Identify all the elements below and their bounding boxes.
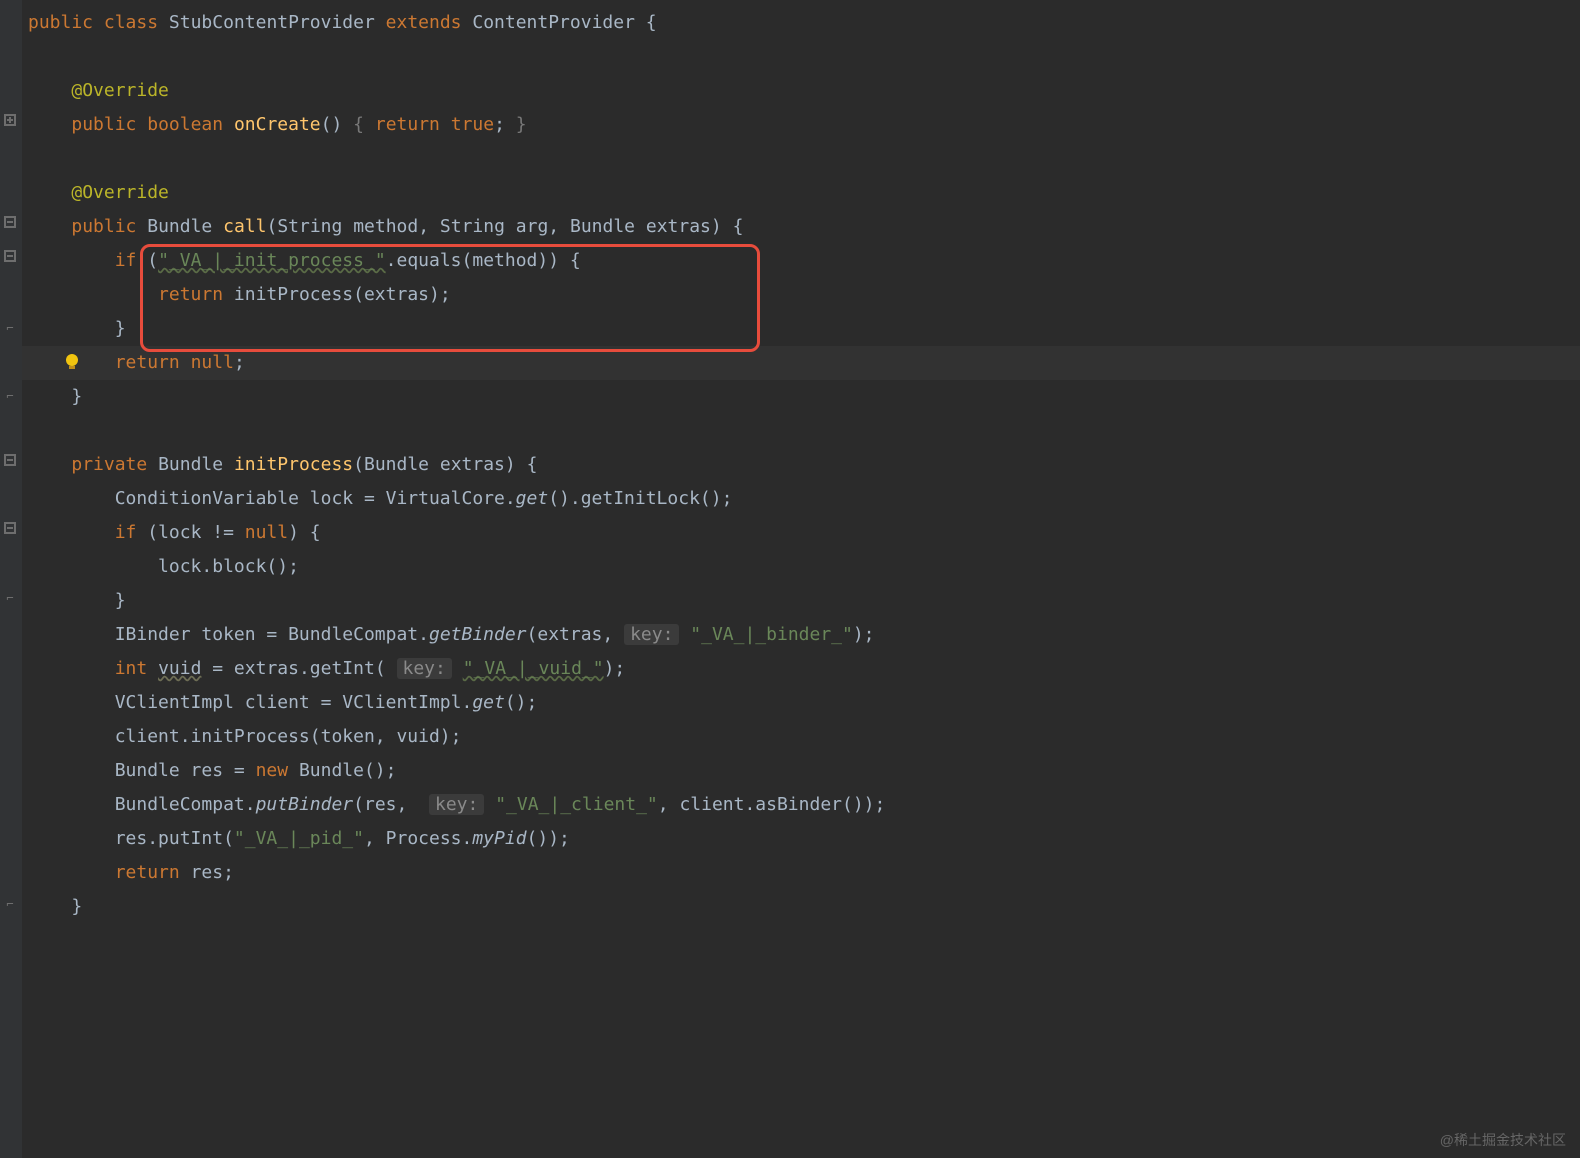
fold-icon[interactable] (2, 454, 18, 470)
fold-icon[interactable] (2, 522, 18, 538)
code-line[interactable] (22, 142, 1580, 176)
code-line[interactable]: public boolean onCreate() { return true;… (22, 108, 1580, 142)
intention-bulb-icon[interactable] (62, 350, 82, 370)
code-line[interactable] (22, 414, 1580, 448)
fold-icon[interactable] (2, 216, 18, 232)
code-line[interactable]: client.initProcess(token, vuid); (22, 720, 1580, 754)
block-end-icon: ⌐ (2, 590, 18, 606)
block-end-icon: ⌐ (2, 388, 18, 404)
fold-icon[interactable] (2, 250, 18, 266)
code-line[interactable]: BundleCompat.putBinder(res, key: "_VA_|_… (22, 788, 1580, 822)
code-line[interactable]: VClientImpl client = VClientImpl.get(); (22, 686, 1580, 720)
code-line[interactable]: } (22, 380, 1580, 414)
code-line[interactable]: } (22, 890, 1580, 924)
code-line[interactable]: } (22, 312, 1580, 346)
code-line[interactable]: public Bundle call(String method, String… (22, 210, 1580, 244)
watermark: @稀土掘金技术社区 (1440, 1130, 1566, 1150)
code-line[interactable]: @Override (22, 176, 1580, 210)
code-line[interactable]: if ("_VA_|_init_process_".equals(method)… (22, 244, 1580, 278)
code-line[interactable]: @Override (22, 74, 1580, 108)
code-line[interactable]: public class StubContentProvider extends… (22, 6, 1580, 40)
code-line[interactable]: IBinder token = BundleCompat.getBinder(e… (22, 618, 1580, 652)
code-line[interactable]: if (lock != null) { (22, 516, 1580, 550)
code-line[interactable]: ConditionVariable lock = VirtualCore.get… (22, 482, 1580, 516)
code-editor[interactable]: ⌐ ⌐ ⌐ ⌐ public class StubContentProvider… (0, 0, 1580, 1158)
code-line[interactable] (22, 40, 1580, 74)
code-line[interactable]: } (22, 584, 1580, 618)
gutter: ⌐ ⌐ ⌐ ⌐ (0, 0, 22, 1158)
code-line[interactable]: private Bundle initProcess(Bundle extras… (22, 448, 1580, 482)
code-line-current[interactable]: return null; (22, 346, 1580, 380)
code-line[interactable]: return initProcess(extras); (22, 278, 1580, 312)
block-end-icon: ⌐ (2, 896, 18, 912)
code-line[interactable]: res.putInt("_VA_|_pid_", Process.myPid()… (22, 822, 1580, 856)
block-end-icon: ⌐ (2, 320, 18, 336)
code-line[interactable]: lock.block(); (22, 550, 1580, 584)
code-line[interactable]: Bundle res = new Bundle(); (22, 754, 1580, 788)
code-line[interactable]: int vuid = extras.getInt( key: "_VA_|_vu… (22, 652, 1580, 686)
code-area[interactable]: public class StubContentProvider extends… (22, 0, 1580, 1158)
fold-expand-icon[interactable] (2, 114, 18, 130)
code-line[interactable]: return res; (22, 856, 1580, 890)
